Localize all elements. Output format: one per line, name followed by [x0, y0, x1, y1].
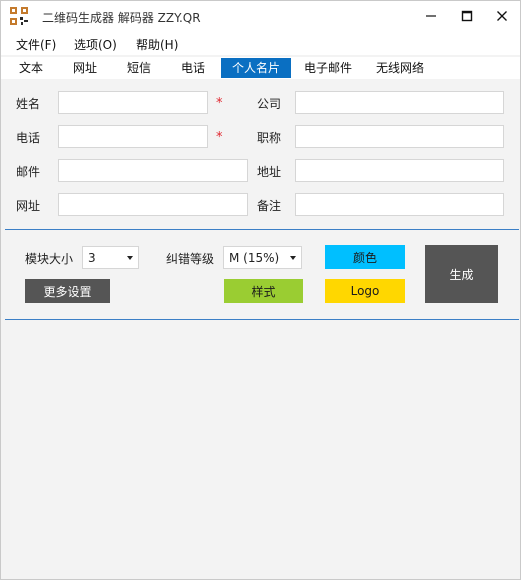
tab-url[interactable]: 网址 — [63, 58, 107, 78]
app-window: 二维码生成器 解码器 ZZY.QR 文件(F) 选项(O) 帮助(H) 文本 网… — [0, 0, 521, 580]
close-button[interactable] — [484, 1, 520, 31]
address-field[interactable] — [295, 159, 504, 182]
phone-required-mark: * — [216, 130, 223, 145]
company-field[interactable] — [295, 91, 504, 114]
logo-button[interactable]: Logo — [325, 279, 405, 303]
phone-label: 电话 — [16, 131, 41, 145]
maximize-icon — [461, 10, 473, 22]
email-label: 邮件 — [16, 165, 41, 179]
tab-wifi[interactable]: 无线网络 — [367, 58, 433, 78]
qr-app-icon — [9, 6, 29, 26]
color-button[interactable]: 颜色 — [325, 245, 405, 269]
note-field[interactable] — [295, 193, 504, 216]
more-settings-button[interactable]: 更多设置 — [25, 279, 110, 303]
menu-bar: 文件(F) 选项(O) 帮助(H) — [1, 33, 520, 55]
name-label: 姓名 — [16, 97, 41, 111]
tab-phone[interactable]: 电话 — [171, 58, 215, 78]
menu-options[interactable]: 选项(O) — [74, 36, 117, 53]
menu-file[interactable]: 文件(F) — [16, 36, 56, 53]
module-size-select[interactable]: 3 — [82, 246, 139, 269]
name-required-mark: * — [216, 96, 223, 111]
error-level-value: M (15%) — [229, 251, 280, 265]
phone-field[interactable] — [58, 125, 208, 148]
generate-button[interactable]: 生成 — [425, 245, 498, 303]
chevron-down-icon — [127, 256, 133, 260]
title-bar[interactable]: 二维码生成器 解码器 ZZY.QR — [1, 1, 520, 33]
tab-vcard[interactable]: 个人名片 — [221, 58, 291, 78]
tab-text[interactable]: 文本 — [9, 58, 53, 78]
note-label: 备注 — [257, 199, 282, 213]
module-size-label: 模块大小 — [25, 252, 74, 266]
tab-sms[interactable]: 短信 — [117, 58, 161, 78]
url-field[interactable] — [58, 193, 248, 216]
form-divider — [5, 229, 519, 230]
window-title: 二维码生成器 解码器 ZZY.QR — [42, 11, 201, 25]
maximize-button[interactable] — [449, 1, 485, 31]
tab-strip: 文本 网址 短信 电话 个人名片 电子邮件 无线网络 — [1, 57, 520, 79]
company-label: 公司 — [257, 97, 282, 111]
vcard-form: 姓名 * 电话 * 邮件 网址 公司 职称 地址 备注 — [1, 79, 520, 229]
address-label: 地址 — [257, 165, 282, 179]
close-icon — [497, 11, 507, 21]
tab-email[interactable]: 电子邮件 — [295, 58, 361, 78]
job-title-field[interactable] — [295, 125, 504, 148]
url-label: 网址 — [16, 199, 41, 213]
title-label: 职称 — [257, 131, 282, 145]
settings-divider — [5, 319, 519, 320]
style-button[interactable]: 样式 — [224, 279, 303, 303]
qr-preview-area — [1, 321, 520, 579]
minimize-button[interactable] — [413, 1, 449, 31]
menu-help[interactable]: 帮助(H) — [136, 36, 178, 53]
error-level-label: 纠错等级 — [166, 252, 215, 266]
error-level-select[interactable]: M (15%) — [223, 246, 302, 269]
name-field[interactable] — [58, 91, 208, 114]
chevron-down-icon — [290, 256, 296, 260]
email-field[interactable] — [58, 159, 248, 182]
minimize-icon — [426, 15, 436, 17]
module-size-value: 3 — [88, 251, 96, 265]
